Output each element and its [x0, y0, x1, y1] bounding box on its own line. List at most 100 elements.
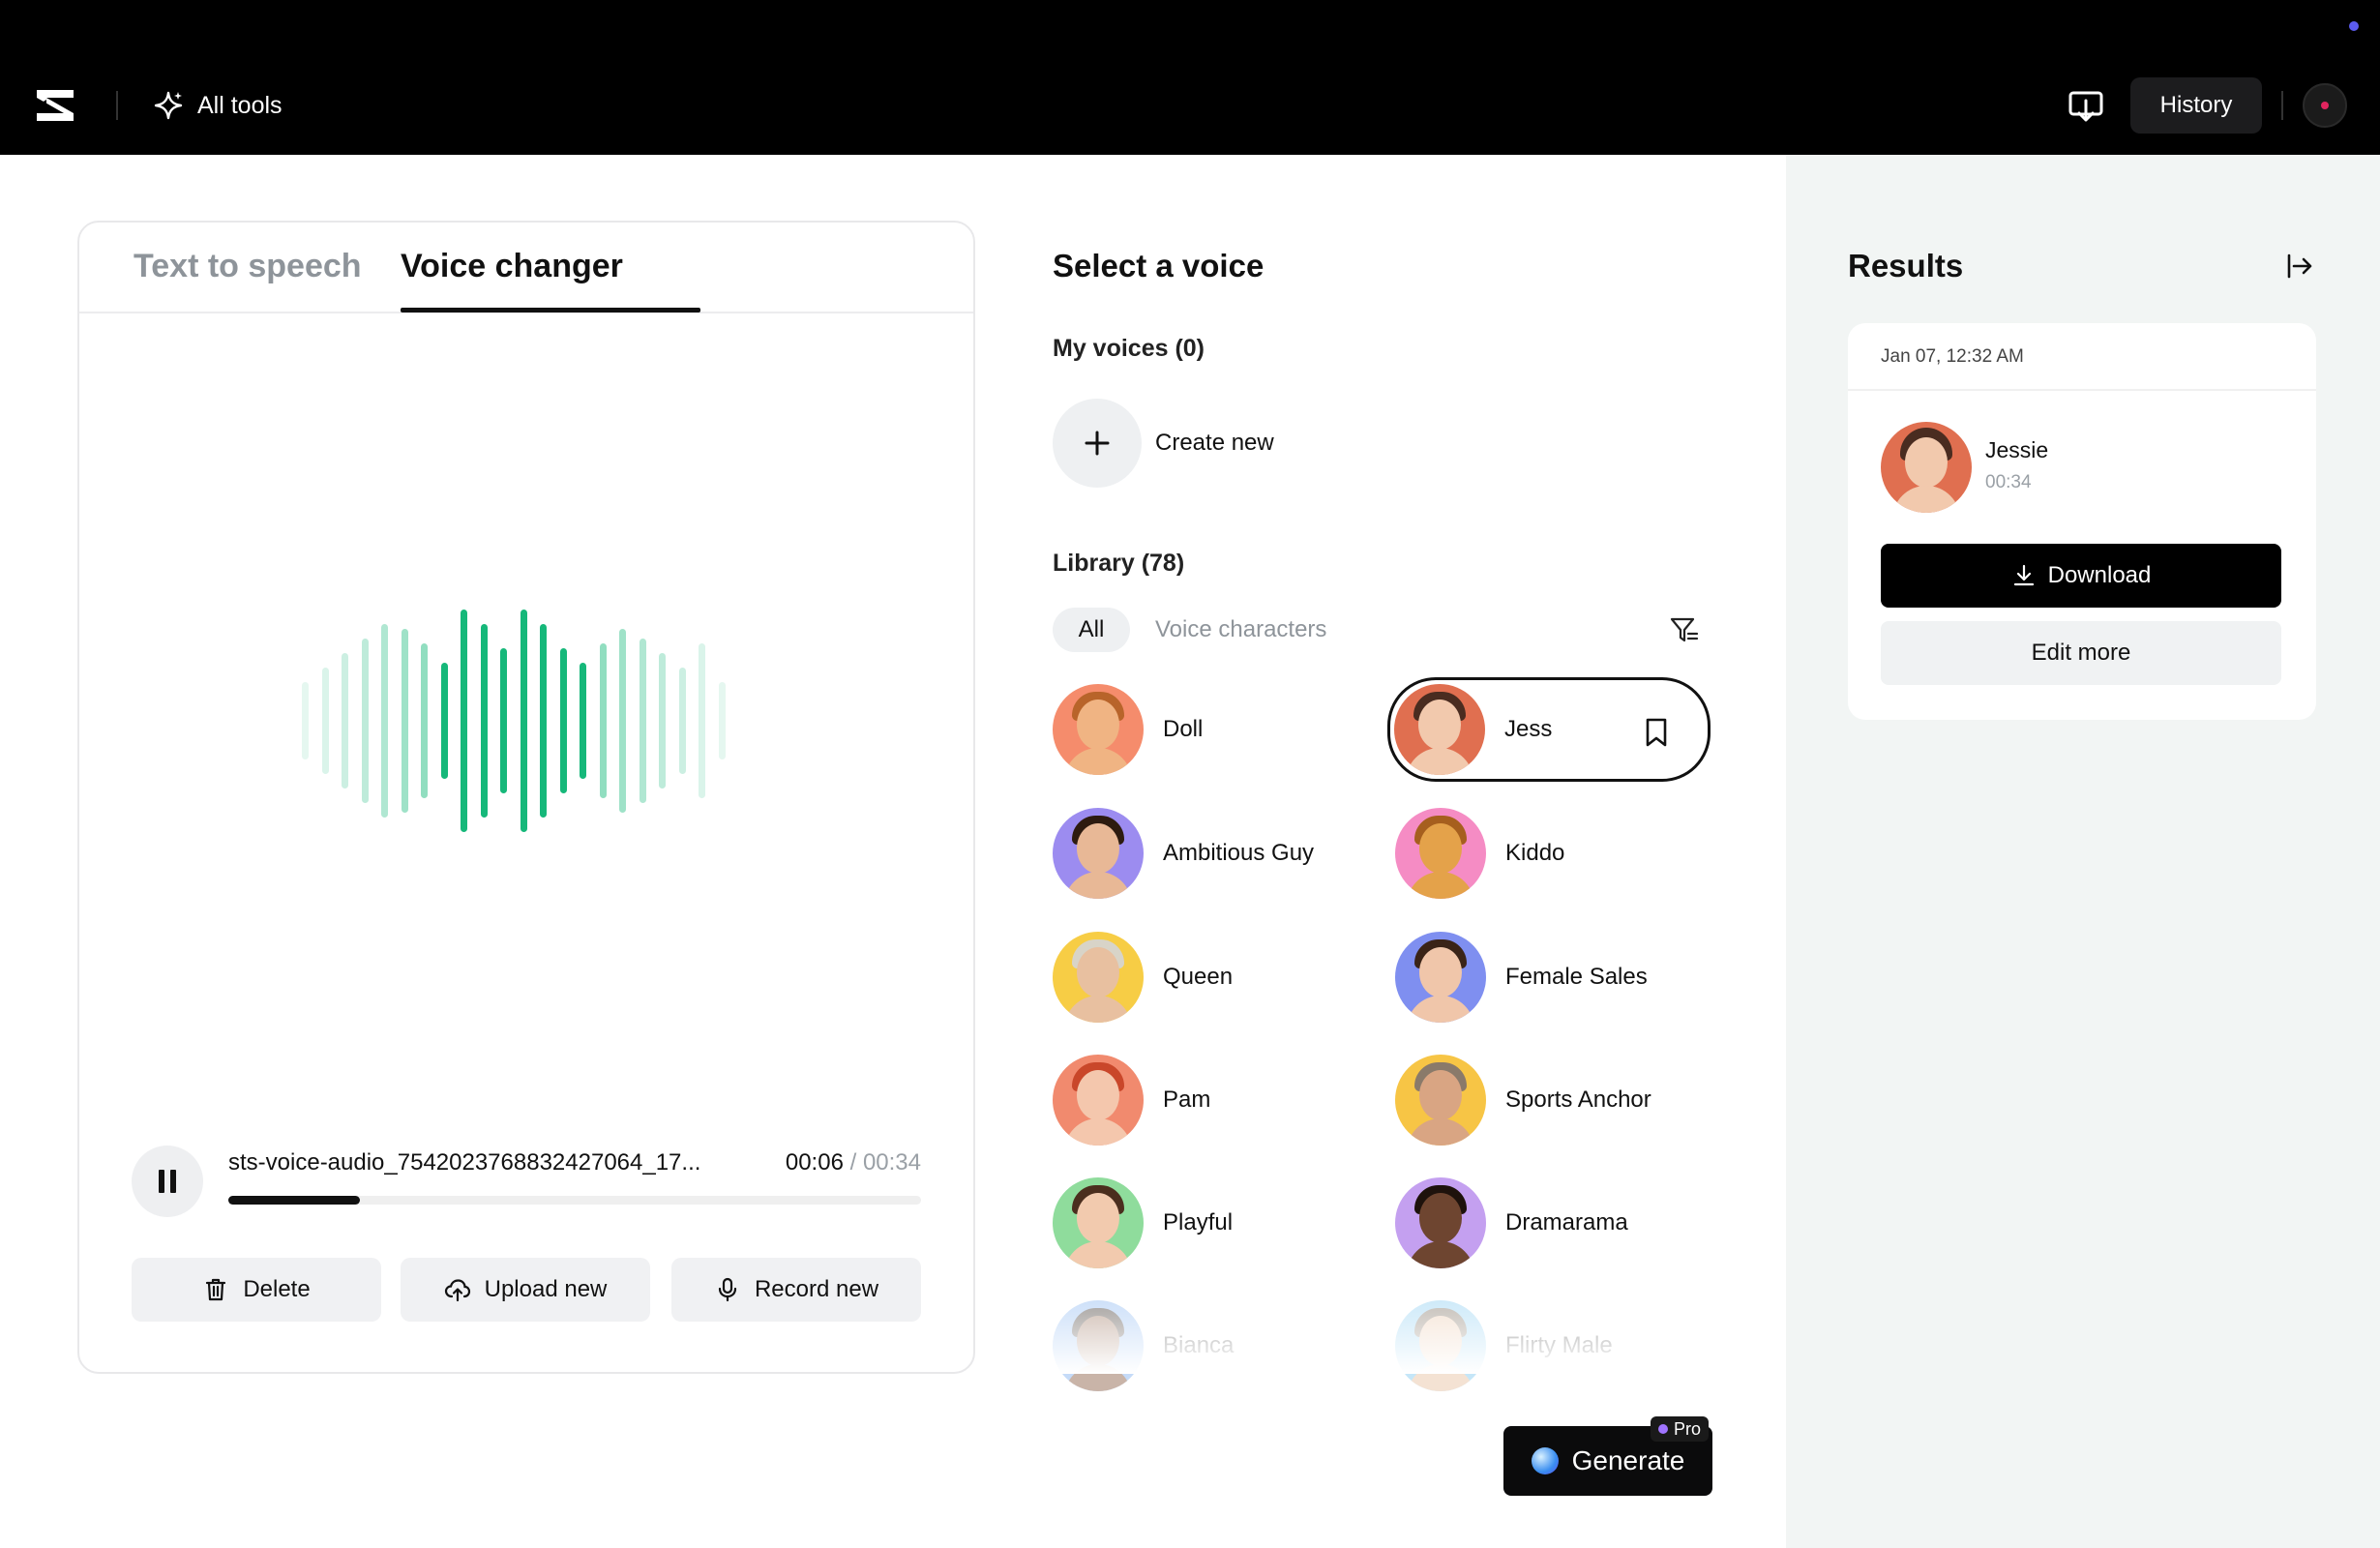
- bookmark-icon[interactable]: [1644, 717, 1669, 748]
- voice-avatar: [1053, 1055, 1144, 1146]
- collapse-panel-icon[interactable]: [2285, 252, 2314, 281]
- waveform-bar: [639, 639, 646, 803]
- microphone-icon: [718, 1277, 737, 1302]
- waveform-bar: [500, 648, 507, 793]
- result-duration: 00:34: [1985, 472, 2032, 492]
- voice-name: Female Sales: [1505, 964, 1648, 990]
- list-fade-overlay: [1045, 1287, 1722, 1374]
- total-time: 00:34: [862, 1149, 921, 1176]
- record-new-button[interactable]: Record new: [671, 1258, 921, 1322]
- screen-download-icon[interactable]: [2067, 87, 2105, 126]
- all-tools-label: All tools: [197, 91, 283, 119]
- voice-item-dramarama[interactable]: Dramarama: [1395, 1176, 1628, 1269]
- voice-name: Kiddo: [1505, 840, 1565, 866]
- my-voices-heading: My voices (0): [1053, 335, 1205, 362]
- waveform-bar: [520, 610, 527, 832]
- library-heading: Library (78): [1053, 550, 1185, 577]
- voice-item-ambitious-guy[interactable]: Ambitious Guy: [1053, 807, 1314, 900]
- voice-name: Playful: [1163, 1209, 1234, 1235]
- filter-voice-characters-chip[interactable]: Voice characters: [1155, 608, 1326, 652]
- trash-icon: [206, 1278, 226, 1301]
- waveform-bar: [699, 643, 705, 798]
- waveform-bar: [361, 639, 369, 803]
- tab-text-to-speech[interactable]: Text to speech: [134, 248, 362, 285]
- result-voice-name: Jessie: [1985, 437, 2049, 462]
- generate-orb-icon: [1531, 1447, 1559, 1474]
- create-new-label[interactable]: Create new: [1155, 430, 1274, 457]
- all-tools-button[interactable]: All tools: [153, 83, 283, 128]
- waveform-bar: [659, 653, 666, 789]
- voice-avatar: [1053, 808, 1144, 899]
- upload-new-label: Upload new: [484, 1276, 608, 1302]
- voice-avatar: [1053, 1177, 1144, 1268]
- voice-avatar: [1394, 684, 1485, 775]
- voice-avatar: [1395, 1055, 1486, 1146]
- notification-dot: [2349, 21, 2359, 31]
- gem-icon: [1658, 1424, 1668, 1434]
- waveform-bar: [678, 668, 686, 774]
- voice-item-doll[interactable]: Doll: [1053, 683, 1203, 776]
- waveform-bar: [718, 682, 726, 759]
- progress-fill: [228, 1196, 361, 1205]
- waveform-bar: [540, 624, 547, 818]
- voice-avatar: [1395, 808, 1486, 899]
- tab-bar: Text to speech Voice changer: [79, 223, 973, 313]
- sparkle-icon: [154, 91, 183, 120]
- avatar[interactable]: [2303, 83, 2347, 128]
- result-avatar: [1881, 422, 1972, 513]
- filter-all-chip[interactable]: All: [1053, 608, 1130, 652]
- playback-progress-bar[interactable]: [228, 1196, 921, 1205]
- upload-new-button[interactable]: Upload new: [401, 1258, 650, 1322]
- top-bar: All tools History: [0, 0, 2380, 155]
- generate-label: Generate: [1571, 1445, 1685, 1475]
- history-button[interactable]: History: [2130, 77, 2262, 134]
- pro-badge-label: Pro: [1674, 1418, 1702, 1439]
- active-tab-indicator: [401, 308, 700, 313]
- voice-name: Queen: [1163, 964, 1234, 990]
- current-time: 00:06: [785, 1149, 844, 1176]
- waveform-bar: [461, 610, 467, 832]
- voice-name: Ambitious Guy: [1163, 840, 1315, 866]
- voice-name: Pam: [1163, 1087, 1211, 1113]
- topbar-divider: [116, 91, 118, 120]
- voice-name: Sports Anchor: [1505, 1087, 1651, 1113]
- waveform-bar: [302, 682, 309, 759]
- waveform-bar: [401, 629, 408, 813]
- pro-badge: Pro: [1651, 1416, 1710, 1442]
- edit-more-label: Edit more: [2031, 640, 2131, 666]
- voice-name: Jess: [1504, 716, 1553, 742]
- voice-item-pam[interactable]: Pam: [1053, 1054, 1210, 1146]
- waveform-bar: [381, 624, 388, 818]
- voice-item-kiddo[interactable]: Kiddo: [1395, 807, 1564, 900]
- results-title: Results: [1848, 248, 1964, 283]
- waveform-bar: [619, 629, 626, 813]
- result-card: Jan 07, 12:32 AM Jessie 00:34 Download E…: [1848, 323, 2316, 720]
- delete-button[interactable]: Delete: [132, 1258, 381, 1322]
- voice-avatar: [1053, 684, 1144, 775]
- voice-item-female-sales[interactable]: Female Sales: [1395, 931, 1648, 1024]
- plus-icon: [1085, 431, 1110, 456]
- pause-button[interactable]: [132, 1146, 203, 1217]
- result-date: Jan 07, 12:32 AM: [1881, 346, 2024, 367]
- time-separator: /: [843, 1149, 863, 1176]
- download-icon: [2013, 564, 2034, 586]
- voice-avatar: [1053, 932, 1144, 1023]
- filter-icon[interactable]: [1668, 613, 1701, 646]
- create-new-voice-button[interactable]: [1053, 399, 1142, 488]
- history-label: History: [2159, 92, 2233, 118]
- pause-icon: [159, 1170, 164, 1193]
- download-button[interactable]: Download: [1881, 544, 2281, 608]
- tab-voice-changer[interactable]: Voice changer: [401, 248, 623, 285]
- voice-item-queen[interactable]: Queen: [1053, 931, 1233, 1024]
- voice-item-sports-anchor[interactable]: Sports Anchor: [1395, 1054, 1651, 1146]
- edit-more-button[interactable]: Edit more: [1881, 621, 2281, 685]
- voice-name: Doll: [1163, 716, 1204, 742]
- voice-item-jessie[interactable]: Jess: [1387, 677, 1711, 782]
- capcut-logo-icon[interactable]: [33, 86, 77, 125]
- result-divider: [1848, 389, 2316, 391]
- voice-avatar: [1395, 932, 1486, 1023]
- cloud-upload-icon: [444, 1279, 470, 1302]
- voice-item-playful[interactable]: Playful: [1053, 1176, 1233, 1269]
- delete-label: Delete: [243, 1276, 311, 1302]
- waveform-bar: [559, 648, 567, 793]
